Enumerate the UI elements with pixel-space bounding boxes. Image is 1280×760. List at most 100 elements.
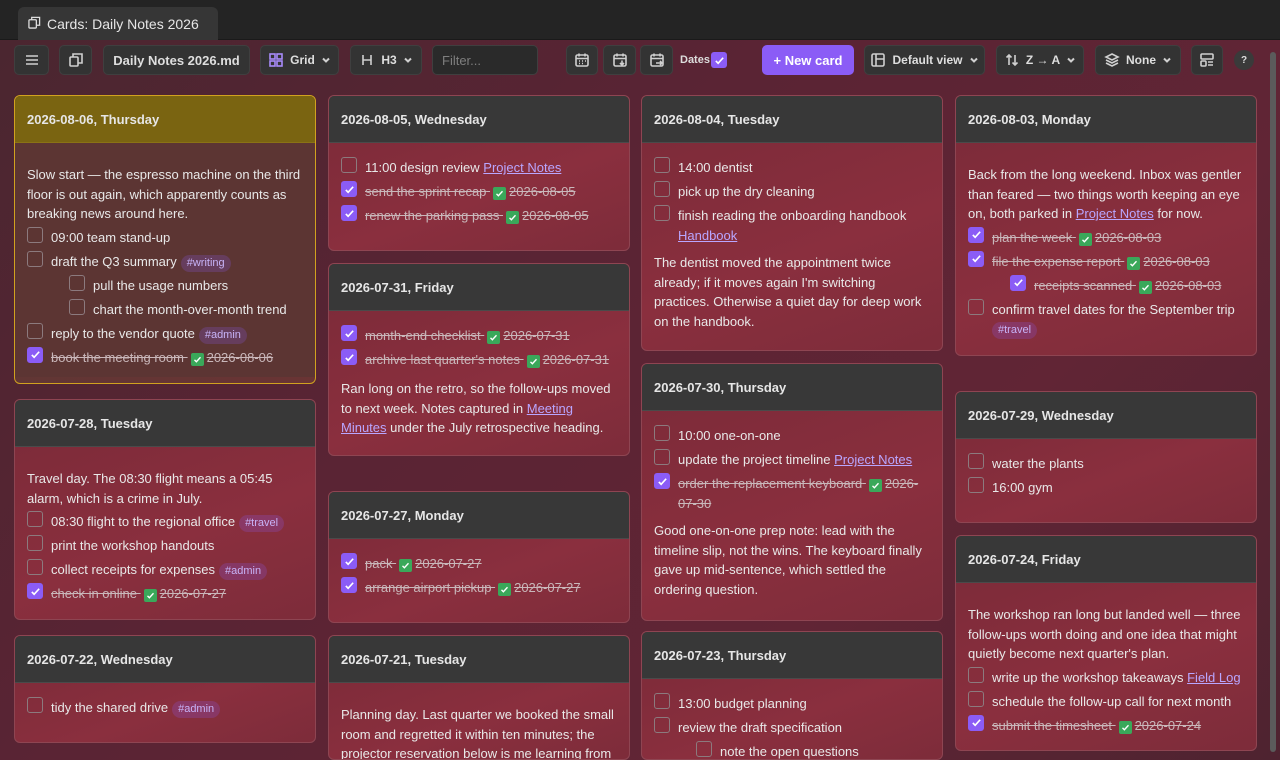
task-checkbox[interactable]: [654, 449, 670, 465]
calendar-sort-button[interactable]: [603, 45, 636, 75]
task-text: submit the timesheet: [992, 717, 1112, 733]
task-checkbox[interactable]: [341, 325, 357, 341]
cards-view-button[interactable]: [59, 45, 92, 75]
task-content: pack 2026-07-27: [365, 553, 482, 574]
task-content: 14:00 dentist: [678, 157, 752, 178]
note-paragraph: Back from the long weekend. Inbox was ge…: [968, 165, 1244, 224]
tag[interactable]: #admin: [219, 563, 268, 580]
heading-dropdown[interactable]: H3: [350, 45, 422, 75]
task-checkbox[interactable]: [27, 511, 43, 527]
internal-link[interactable]: Project Notes: [1076, 206, 1154, 221]
tag[interactable]: #admin: [198, 326, 247, 344]
note-card[interactable]: 2026-07-22, Wednesday tidy the shared dri…: [14, 635, 316, 743]
filter-input[interactable]: [432, 45, 538, 75]
file-selector[interactable]: Daily Notes 2026.md: [103, 45, 250, 75]
note-card[interactable]: 2026-07-21, Tuesday Planning day. Last qu…: [328, 635, 630, 760]
scrollbar[interactable]: [1270, 44, 1276, 760]
menu-button[interactable]: [14, 45, 49, 75]
note-card[interactable]: 2026-07-31, Friday month-end checklist 20…: [328, 263, 630, 456]
internal-link[interactable]: Project Notes: [483, 160, 561, 175]
task-checkbox[interactable]: [968, 250, 984, 267]
saved-view-dropdown[interactable]: Default view: [864, 45, 985, 75]
task-checkbox[interactable]: [341, 205, 357, 221]
chevron-down-icon: [969, 57, 978, 63]
task-checkbox[interactable]: [654, 205, 670, 221]
task-checkbox[interactable]: [654, 717, 670, 733]
dates-checkbox[interactable]: [711, 52, 727, 68]
new-card-button[interactable]: + New card: [762, 45, 854, 75]
task-checkbox[interactable]: [654, 693, 670, 709]
layout-settings-button[interactable]: [1191, 45, 1223, 75]
task-checkbox[interactable]: [27, 697, 43, 713]
note-card[interactable]: 2026-07-29, Wednesday water the plants 16:…: [955, 391, 1257, 523]
note-card[interactable]: 2026-08-05, Wednesday 11:00 design review…: [328, 95, 630, 251]
task-item: 09:00 team stand-up: [27, 225, 303, 249]
task-checkbox[interactable]: [968, 690, 984, 707]
note-card[interactable]: 2026-07-30, Thursday 10:00 one-on-one upda…: [641, 363, 943, 621]
task-checkbox[interactable]: [69, 298, 85, 315]
note-paragraph: Planning day. Last quarter we booked the…: [341, 705, 617, 759]
tag[interactable]: #writing: [180, 254, 231, 272]
task-checkbox[interactable]: [341, 577, 357, 593]
task-checkbox[interactable]: [341, 553, 357, 569]
task-checkbox[interactable]: [968, 298, 984, 315]
paragraph-text: for now.: [1157, 206, 1203, 221]
view-mode-dropdown[interactable]: Grid: [260, 45, 339, 75]
sort-dropdown[interactable]: Z → A: [996, 45, 1084, 75]
help-button[interactable]: ?: [1234, 50, 1254, 70]
calendar-jump-button[interactable]: [640, 45, 673, 75]
task-checkbox[interactable]: [27, 226, 43, 243]
task-content: archive last quarter's notes 2026-07-31: [365, 349, 609, 370]
task-checkbox[interactable]: [27, 583, 43, 599]
task-checkbox[interactable]: [1010, 274, 1026, 291]
task-checkbox[interactable]: [27, 322, 43, 339]
task-text: water the plants: [992, 456, 1084, 471]
internal-link[interactable]: Handbook: [678, 228, 737, 243]
group-dropdown[interactable]: None: [1095, 45, 1181, 75]
task-checkbox[interactable]: [968, 453, 984, 469]
task-checkbox[interactable]: [968, 666, 984, 683]
task-checkbox[interactable]: [968, 714, 984, 731]
calendar-button[interactable]: [566, 45, 598, 75]
note-card[interactable]: 2026-08-03, Monday Back from the long wee…: [955, 95, 1257, 356]
task-checkbox[interactable]: [69, 274, 85, 291]
task-checkbox[interactable]: [654, 181, 670, 197]
tag[interactable]: #travel: [992, 322, 1038, 339]
task-checkbox[interactable]: [27, 535, 43, 551]
task-text: order the replacement keyboard: [678, 476, 863, 491]
card-body: water the plants 16:00 gym: [956, 439, 1256, 507]
tab-cards-daily-notes[interactable]: Cards: Daily Notes 2026: [18, 7, 218, 40]
task-checkbox[interactable]: [27, 346, 43, 363]
tag[interactable]: #travel: [239, 515, 285, 532]
task-checkbox[interactable]: [27, 250, 43, 267]
task-text: schedule the follow-up call for next mon…: [992, 693, 1232, 709]
task-checkbox[interactable]: [654, 473, 670, 489]
task-item: tidy the shared drive #admin: [27, 695, 303, 719]
note-paragraph: The dentist moved the appointment twice …: [654, 253, 930, 331]
toolbar: Daily Notes 2026.md Grid H3 Dates + New …: [0, 40, 1268, 81]
note-card[interactable]: 2026-07-24, Friday The workshop ran long …: [955, 535, 1257, 751]
task-checkbox[interactable]: [968, 477, 984, 493]
task-checkbox[interactable]: [654, 425, 670, 441]
card-body: Planning day. Last quarter we booked the…: [329, 683, 629, 759]
card-title: 2026-08-06, Thursday: [15, 96, 315, 143]
task-content: tidy the shared drive #admin: [51, 697, 221, 718]
note-card[interactable]: 2026-07-23, Thursday 13:00 budget plannin…: [641, 631, 943, 760]
task-checkbox[interactable]: [968, 226, 984, 243]
note-card[interactable]: 2026-08-06, Thursday Slow start — the esp…: [14, 95, 316, 384]
task-checkbox[interactable]: [341, 157, 357, 173]
internal-link[interactable]: Field Log: [1187, 670, 1240, 685]
task-checkbox[interactable]: [27, 559, 43, 575]
note-card[interactable]: 2026-07-27, Monday pack 2026-07-27 arrange…: [328, 491, 630, 623]
scrollbar-thumb[interactable]: [1270, 52, 1276, 752]
task-checkbox[interactable]: [341, 181, 357, 197]
task-checkbox[interactable]: [696, 741, 712, 757]
tag[interactable]: #admin: [172, 701, 221, 718]
task-content: collect receipts for expenses #admin: [51, 559, 268, 580]
task-text: pick up the dry cleaning: [678, 184, 815, 199]
note-card[interactable]: 2026-08-04, Tuesday 14:00 dentist pick up …: [641, 95, 943, 351]
task-checkbox[interactable]: [654, 157, 670, 173]
internal-link[interactable]: Project Notes: [834, 452, 912, 467]
note-card[interactable]: 2026-07-28, Tuesday Travel day. The 08:30…: [14, 399, 316, 620]
task-checkbox[interactable]: [341, 349, 357, 365]
